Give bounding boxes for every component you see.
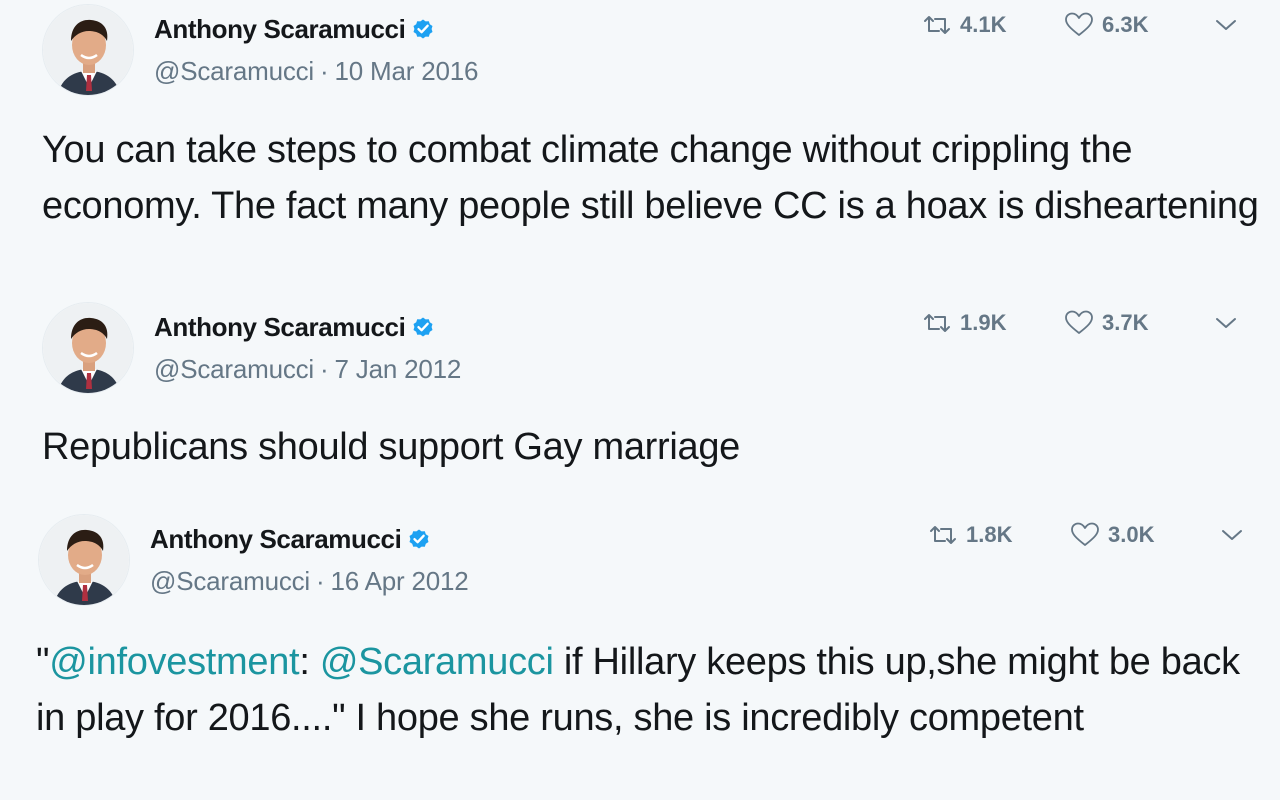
chevron-down-icon	[1222, 530, 1242, 540]
author-name[interactable]: Anthony Scaramucci	[150, 524, 402, 555]
tweet-actions: 1.9K 3.7K	[922, 308, 1238, 338]
separator: ·	[320, 354, 329, 384]
author-handle[interactable]: @Scaramucci	[150, 566, 310, 596]
heart-icon	[1071, 522, 1099, 546]
handle-row: @Scaramucci · 16 Apr 2012	[150, 566, 469, 597]
like-button[interactable]: 6.3K	[1064, 12, 1214, 38]
like-button[interactable]: 3.7K	[1064, 310, 1214, 336]
mention-link[interactable]: @Scaramucci	[320, 641, 554, 683]
tweet-text: "@infovestment: @Scaramucci if Hillary k…	[36, 634, 1256, 746]
tweet-text-segment: You can take steps to combat climate cha…	[42, 129, 1259, 227]
verified-badge-icon	[407, 527, 431, 551]
separator: ·	[320, 56, 329, 86]
tweet-text: You can take steps to combat climate cha…	[42, 122, 1262, 234]
retweet-icon	[930, 526, 956, 544]
author-row: Anthony Scaramucci	[150, 522, 431, 556]
retweet-icon	[924, 16, 950, 34]
avatar[interactable]	[38, 514, 130, 606]
verified-badge-icon	[411, 315, 435, 339]
retweet-count: 1.9K	[960, 310, 1007, 335]
heart-icon	[1065, 12, 1093, 36]
author-name[interactable]: Anthony Scaramucci	[154, 14, 406, 45]
tweet-feed: Anthony Scaramucci @Scaramucci · 10 Mar 20…	[0, 0, 1280, 800]
retweet-count: 1.8K	[966, 522, 1013, 547]
author-handle[interactable]: @Scaramucci	[154, 56, 314, 86]
tweet-text-segment: "	[36, 641, 50, 683]
avatar[interactable]	[42, 4, 134, 96]
like-count: 6.3K	[1102, 12, 1149, 37]
chevron-down-icon	[1216, 318, 1236, 328]
retweet-button[interactable]: 4.1K	[922, 12, 1064, 38]
heart-icon	[1065, 310, 1093, 334]
chevron-down-icon	[1216, 20, 1236, 30]
retweet-count: 4.1K	[960, 12, 1007, 37]
more-options-button[interactable]	[1214, 17, 1238, 33]
more-options-button[interactable]	[1214, 315, 1238, 331]
separator: ·	[316, 566, 325, 596]
like-button[interactable]: 3.0K	[1070, 522, 1220, 548]
tweet-text-segment: Republicans should support Gay marriage	[42, 426, 741, 468]
more-options-button[interactable]	[1220, 527, 1244, 543]
tweet-actions: 1.8K 3.0K	[928, 520, 1244, 550]
author-row: Anthony Scaramucci	[154, 310, 435, 344]
like-count: 3.0K	[1108, 522, 1155, 547]
tweet-date[interactable]: 10 Mar 2016	[334, 56, 478, 86]
retweet-icon	[924, 314, 950, 332]
handle-row: @Scaramucci · 10 Mar 2016	[154, 56, 478, 87]
handle-row: @Scaramucci · 7 Jan 2012	[154, 354, 461, 385]
tweet-text: Republicans should support Gay marriage	[42, 419, 1262, 475]
mention-link[interactable]: @infovestment	[49, 641, 299, 683]
author-row: Anthony Scaramucci	[154, 12, 435, 46]
tweet-date[interactable]: 16 Apr 2012	[330, 566, 468, 596]
author-handle[interactable]: @Scaramucci	[154, 354, 314, 384]
retweet-button[interactable]: 1.8K	[928, 522, 1070, 548]
tweet-date[interactable]: 7 Jan 2012	[334, 354, 461, 384]
tweet-actions: 4.1K 6.3K	[922, 10, 1238, 40]
like-count: 3.7K	[1102, 310, 1149, 335]
author-name[interactable]: Anthony Scaramucci	[154, 312, 406, 343]
tweet-text-segment: :	[299, 641, 320, 683]
avatar[interactable]	[42, 302, 134, 394]
verified-badge-icon	[411, 17, 435, 41]
retweet-button[interactable]: 1.9K	[922, 310, 1064, 336]
